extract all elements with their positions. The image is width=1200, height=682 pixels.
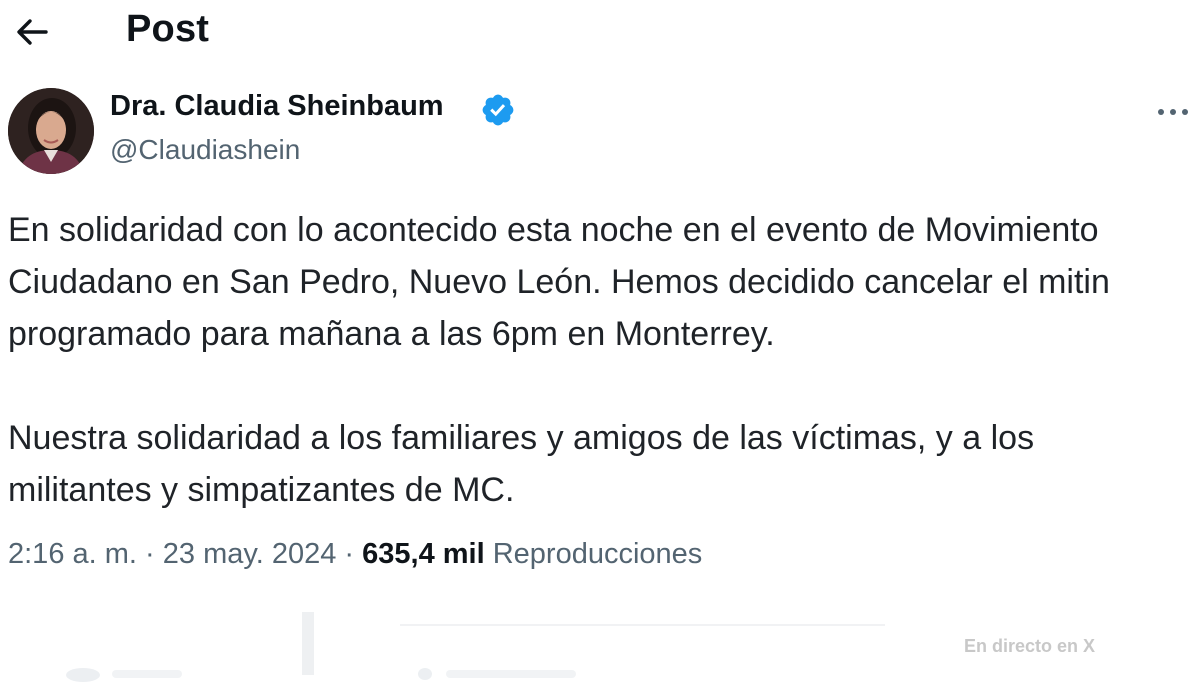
meta-separator: · (145, 538, 155, 570)
page-title: Post (126, 8, 210, 50)
faded-text (112, 670, 182, 678)
post-meta: 2:16 a. m. · 23 may. 2024 · 635,4 mil Re… (8, 538, 702, 571)
faded-divider (302, 612, 314, 675)
more-options-button[interactable] (1150, 98, 1196, 126)
more-horizontal-icon (1158, 109, 1188, 115)
post-text-line: militantes y simpatizantes de MC. (8, 471, 515, 509)
post-text-line: Ciudadano en San Pedro, Nuevo León. Hemo… (8, 263, 1110, 301)
post-time[interactable]: 2:16 a. m. (8, 538, 137, 570)
post-date[interactable]: 23 may. 2024 (163, 538, 337, 570)
avatar[interactable] (8, 88, 94, 174)
post-text-line: Nuestra solidaridad a los familiares y a… (8, 419, 1035, 457)
meta-separator: · (344, 538, 355, 570)
arrow-left-icon (17, 19, 48, 45)
avatar-photo (8, 88, 94, 174)
live-on-x-label: En directo en X (964, 636, 1096, 656)
post-header: Post (0, 0, 1200, 64)
faded-rule (400, 624, 885, 626)
faded-avatar (418, 668, 432, 680)
back-button[interactable] (12, 14, 52, 50)
author-handle[interactable]: @Claudiashein (110, 134, 300, 166)
post-text-line: programado para mañana a las 6pm en Mont… (8, 315, 775, 353)
post-text: En solidaridad con lo acontecido esta no… (8, 204, 1196, 516)
faded-background-overlay: En directo en X (0, 600, 1200, 682)
views-count: 635,4 mil (362, 538, 485, 570)
author-name[interactable]: Dra. Claudia Sheinbaum (110, 90, 444, 123)
faded-avatar (66, 668, 100, 682)
verified-badge-icon (482, 94, 514, 126)
views-label: Reproducciones (492, 538, 703, 570)
faded-text (446, 670, 576, 678)
post-text-line: En solidaridad con lo acontecido esta no… (8, 211, 1099, 249)
